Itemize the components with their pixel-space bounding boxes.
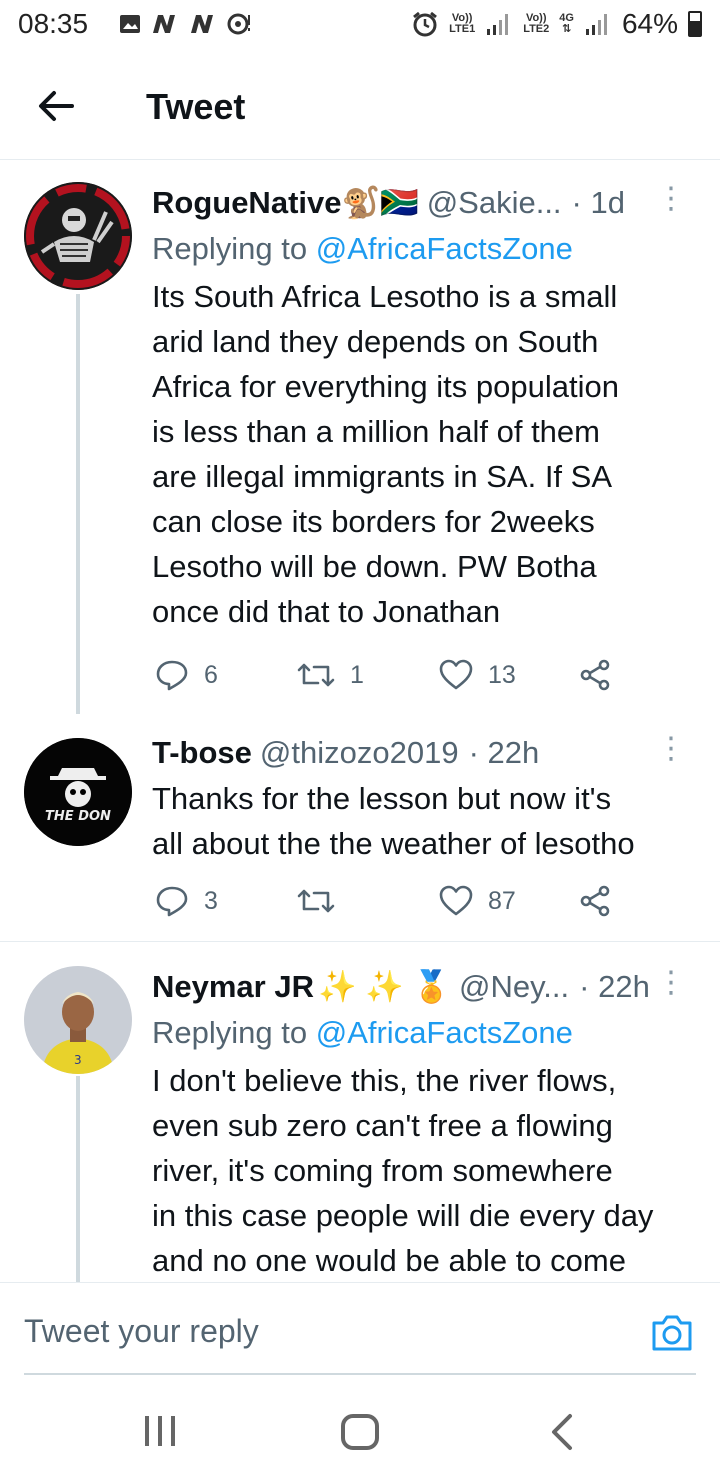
back-nav-button[interactable] (544, 1412, 580, 1457)
tweet-timestamp[interactable]: · 22h (469, 730, 540, 776)
recent-apps-button[interactable] (140, 1412, 180, 1455)
more-options-icon[interactable]: ⋮ (656, 968, 686, 998)
status-bar: 08:35 Vo)) LTE1 Vo)) LTE2 4G ⇅ 64% (0, 0, 720, 50)
recent-apps-icon (145, 1416, 175, 1446)
retweet-button[interactable] (296, 883, 350, 919)
thread-line (76, 294, 80, 714)
battery-icon (688, 11, 702, 37)
alarm-icon (413, 11, 438, 37)
reply-input-underline (24, 1373, 696, 1375)
tweet-header: T-bose @thizozo2019 · 22h (152, 730, 698, 776)
home-button[interactable] (338, 1412, 382, 1457)
the-don-avatar-image: THE DON (24, 738, 132, 846)
battery-percent: 64% (621, 8, 678, 39)
retweet-icon (297, 663, 335, 687)
tweet-actions: 3 87 (152, 876, 652, 926)
tweet-text: Thanks for the lesson but now it's all a… (152, 781, 635, 861)
share-icon (580, 885, 610, 917)
retweet-button[interactable]: 1 (296, 657, 364, 693)
heart-icon (439, 885, 473, 916)
player-avatar-image: 3 (24, 966, 132, 1074)
username-handle[interactable]: @thizozo2019 (260, 730, 459, 776)
heart-icon (439, 659, 473, 690)
thread-line (76, 1076, 80, 1282)
display-name[interactable]: T-bose (152, 730, 252, 776)
home-icon (341, 1414, 379, 1450)
reply-icon (156, 660, 188, 691)
camera-button[interactable] (650, 1313, 694, 1353)
tweet-roguenative[interactable]: RogueNative 🐒🇿🇦 @Sakie... · 1d ⋮ Replyin… (0, 160, 720, 720)
retweet-icon (297, 889, 335, 913)
name-emoji: ✨ ✨ 🏅 (317, 969, 452, 1004)
tweet-neymar[interactable]: 3 Neymar JR ✨ ✨ 🏅 @Ney... · 22h ⋮ Replyi… (0, 942, 720, 1282)
reply-button[interactable]: 3 (154, 883, 218, 919)
reply-count: 3 (204, 886, 218, 915)
share-icon (580, 659, 610, 691)
username-handle[interactable]: @Ney... (459, 964, 569, 1010)
notification-icons (118, 12, 252, 36)
tweet-timestamp[interactable]: · 1d (572, 180, 625, 226)
svg-text:3: 3 (74, 1053, 82, 1067)
tweet-header: Neymar JR ✨ ✨ 🏅 @Ney... · 22h (152, 964, 698, 1010)
like-count: 87 (488, 886, 516, 915)
network-type: 4G ⇅ (559, 12, 574, 35)
replying-to: Replying to @AfricaFactsZone (152, 1015, 573, 1050)
share-button[interactable] (578, 658, 612, 692)
status-right: Vo)) LTE1 Vo)) LTE2 4G ⇅ 64% (411, 8, 702, 40)
status-time: 08:35 (18, 8, 89, 39)
tweet-timestamp[interactable]: · 22h (579, 964, 650, 1010)
replying-to: Replying to @AfricaFactsZone (152, 231, 573, 266)
tweet-content: Neymar JR ✨ ✨ 🏅 @Ney... · 22h ⋮ Replying… (152, 964, 698, 1283)
signal-icon-1 (487, 14, 509, 35)
tweet-header: RogueNative 🐒🇿🇦 @Sakie... · 1d (152, 180, 698, 226)
signal-icon-2 (585, 14, 607, 35)
gallery-notification-icon (120, 15, 140, 33)
tweet-text: I don't believe this, the river flows, e… (152, 1063, 654, 1278)
display-name[interactable]: RogueNative (152, 180, 341, 226)
reply-button[interactable]: 6 (154, 657, 218, 693)
volte1-label: Vo)) LTE1 (449, 12, 476, 35)
app-header: Tweet (0, 50, 720, 160)
page-title: Tweet (146, 86, 246, 127)
avatar-tbose[interactable]: THE DON (24, 738, 132, 846)
share-button[interactable] (578, 884, 612, 918)
whatsapp-notification-icon (227, 13, 250, 35)
reply-composer: Tweet your reply (0, 1282, 720, 1382)
avatar-roguenative[interactable] (24, 182, 132, 290)
like-count: 13 (488, 660, 516, 689)
tweet-text: Its South Africa Lesotho is a small arid… (152, 279, 619, 629)
back-arrow-icon (39, 91, 74, 121)
more-options-icon[interactable]: ⋮ (656, 734, 686, 764)
name-emoji: 🐒🇿🇦 (341, 185, 419, 220)
retweet-count: 1 (350, 660, 364, 689)
reply-mention-link[interactable]: @AfricaFactsZone (316, 1015, 573, 1050)
tweet-content: RogueNative 🐒🇿🇦 @Sakie... · 1d ⋮ Replyin… (152, 180, 698, 634)
reply-icon (156, 886, 188, 917)
tweet-actions: 6 1 13 (152, 650, 652, 700)
tweet-content: T-bose @thizozo2019 · 22h ⋮ Thanks for t… (152, 730, 698, 866)
reply-input[interactable]: Tweet your reply (24, 1313, 259, 1350)
username-handle[interactable]: @Sakie... (427, 180, 562, 226)
n-notification-icon (153, 15, 175, 33)
display-name[interactable]: Neymar JR (152, 964, 314, 1010)
more-options-icon[interactable]: ⋮ (656, 184, 686, 214)
volte2-label: Vo)) LTE2 (523, 12, 550, 35)
skeleton-avatar-image (24, 182, 132, 290)
system-nav-bar (0, 1382, 720, 1480)
back-button[interactable] (34, 84, 78, 128)
like-button[interactable]: 87 (438, 883, 516, 919)
n-notification-icon-2 (191, 15, 213, 33)
avatar-text: THE DON (45, 809, 111, 824)
back-chevron-icon (552, 1414, 572, 1450)
reply-mention-link[interactable]: @AfricaFactsZone (316, 231, 573, 266)
camera-icon (652, 1315, 692, 1351)
tweet-tbose[interactable]: THE DON T-bose @thizozo2019 · 22h ⋮ Than… (0, 720, 720, 940)
reply-count: 6 (204, 660, 218, 689)
like-button[interactable]: 13 (438, 657, 516, 693)
avatar-neymar[interactable]: 3 (24, 966, 132, 1074)
